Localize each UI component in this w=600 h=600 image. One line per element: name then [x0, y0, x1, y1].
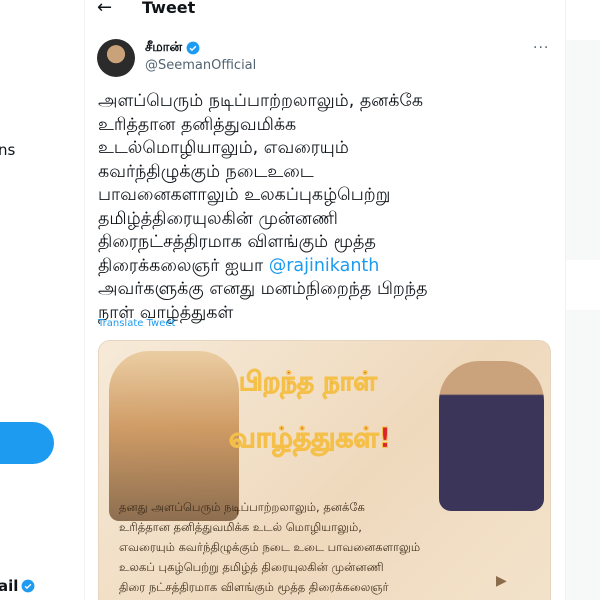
- mention-link[interactable]: @rajinikanth: [269, 256, 380, 276]
- verified-badge-icon: [186, 41, 200, 55]
- tweet-text: அளப்பெரும் நடிப்பாற்றலாலும், தனக்கே உரித…: [98, 90, 548, 325]
- author-name[interactable]: சீமான்: [145, 40, 200, 56]
- translate-tweet-link[interactable]: Translate Tweet: [98, 318, 175, 329]
- account-switcher[interactable]: ail: [0, 577, 35, 595]
- sidebar-card: [566, 310, 600, 600]
- tweet-text-part: அளப்பெரும் நடிப்பாற்றலாலும், தனக்கே உரித…: [98, 91, 424, 276]
- back-arrow-icon[interactable]: ←: [97, 0, 112, 18]
- account-name-fragment: ail: [0, 577, 19, 595]
- media-person-left: [109, 351, 239, 521]
- media-headline: வாழ்த்துகள்!: [228, 421, 392, 455]
- left-sidebar: ns ail: [0, 0, 84, 600]
- sidebar-card: [566, 40, 600, 260]
- tweet-detail-column: ← Tweet சீமான் @SeemanOfficial ··· அளப்ப…: [84, 0, 566, 600]
- compose-tweet-button[interactable]: [0, 422, 54, 464]
- media-body-text: தனது அளப்பெரும் நடிப்பாற்றலாலும், தனக்கே…: [119, 500, 421, 594]
- avatar[interactable]: [97, 39, 135, 77]
- tweet-media-image[interactable]: பிறந்த நாள் வாழ்த்துகள்! தனது அளப்பெரும்…: [98, 340, 551, 600]
- header-bar: ← Tweet: [85, 0, 565, 20]
- more-options-icon[interactable]: ···: [533, 40, 549, 56]
- verified-badge-icon: [21, 579, 35, 593]
- page-title: Tweet: [142, 0, 196, 17]
- play-icon: ▶: [496, 573, 507, 589]
- media-headline: பிறந்த நாள்: [239, 367, 378, 398]
- author-name-text: சீமான்: [145, 40, 183, 55]
- tweet-text-part: அவர்களுக்கு எனது மனம்நிறைந்த பிறந்த நாள்…: [98, 279, 428, 323]
- media-person-right: [439, 361, 544, 511]
- right-sidebar: [566, 0, 600, 600]
- author-handle[interactable]: @SeemanOfficial: [145, 58, 256, 73]
- nav-item-label-fragment[interactable]: ns: [0, 141, 15, 159]
